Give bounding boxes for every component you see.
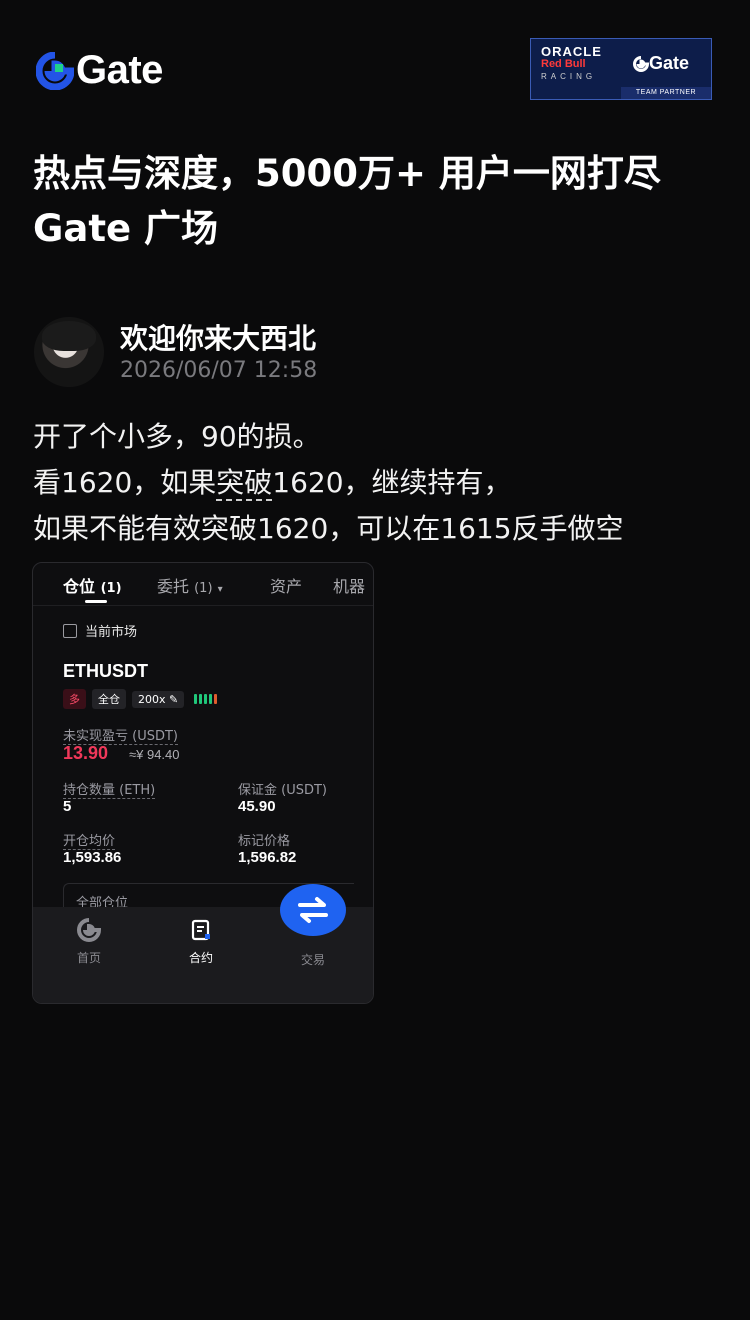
tab-orders[interactable]: 委托 (1) ▾ xyxy=(157,573,223,597)
redbull-text: Red Bull xyxy=(541,58,586,70)
partner-gate-text: Gate xyxy=(649,53,690,73)
oracle-text: ORACLE xyxy=(541,44,602,59)
avatar[interactable] xyxy=(34,317,104,387)
attached-screenshot[interactable]: 仓位 (1) 委托 (1) ▾ 资产 机器 当前市场 ETHUSDT 多 全仓 … xyxy=(32,562,374,1004)
post-line-1: 开了个小多，90的损。 xyxy=(33,420,321,453)
swap-arrows-icon xyxy=(298,897,328,923)
margin-label: 保证金 (USDT) xyxy=(238,783,327,798)
team-partner-label: TEAM PARTNER xyxy=(621,87,711,99)
cross-margin-tag: 全仓 xyxy=(92,689,126,709)
margin-value: 45.90 xyxy=(238,798,276,815)
checkbox-label: 当前市场 xyxy=(85,625,138,640)
partner-gate-logo: Gate xyxy=(633,53,689,74)
nav-home[interactable]: 首页 xyxy=(59,917,119,966)
adl-indicator-icon xyxy=(194,694,218,704)
tab-bots[interactable]: 机器 xyxy=(333,573,365,597)
nav-futures[interactable]: 合约 xyxy=(171,917,231,966)
leverage-tag[interactable]: 200x ✎ xyxy=(132,690,185,708)
entry-price-value: 1,593.86 xyxy=(63,849,122,866)
post-line-2: 看1620，如果突破1620，继续持有， xyxy=(33,466,512,501)
chevron-down-icon: ▾ xyxy=(217,584,223,595)
gate-home-icon xyxy=(77,918,102,942)
position-size-value: 5 xyxy=(63,798,72,815)
gate-logo-icon xyxy=(36,51,74,90)
checkbox-icon xyxy=(63,623,77,638)
futures-icon xyxy=(191,919,210,941)
unrealized-pnl-label: 未实现盈亏 (USDT) xyxy=(63,725,178,745)
app-header: Gate ORACLE Red Bull RACING Gate TEAM PA… xyxy=(0,0,750,130)
headline-line-2: Gate 广场 xyxy=(33,207,218,250)
nav-trade[interactable]: 交易 xyxy=(283,951,343,968)
unrealized-pnl-value: 13.90 xyxy=(63,743,109,763)
long-tag: 多 xyxy=(63,689,86,709)
unrealized-pnl-cny: ≈¥ 94.40 xyxy=(129,747,180,762)
position-tags: 多 全仓 200x ✎ xyxy=(63,689,218,709)
trade-fab-button[interactable] xyxy=(280,884,346,936)
gate-logo[interactable]: Gate xyxy=(36,48,163,93)
edit-icon: ✎ xyxy=(169,692,179,706)
post-line-3: 如果不能有效突破1620，可以在1615反手做空 xyxy=(33,512,624,545)
post-timestamp: 2026/06/07 12:58 xyxy=(120,358,318,383)
position-size-label: 持仓数量 (ETH) xyxy=(63,779,156,799)
author-name[interactable]: 欢迎你来大西北 xyxy=(120,317,316,357)
active-tab-indicator xyxy=(85,600,107,603)
contract-symbol[interactable]: ETHUSDT xyxy=(63,661,148,682)
headline-line-1: 热点与深度，5000万+ 用户一网打尽 xyxy=(33,152,661,195)
tab-positions[interactable]: 仓位 (1) xyxy=(63,573,122,597)
mark-price-label: 标记价格 xyxy=(238,834,291,849)
racing-text: RACING xyxy=(541,72,597,81)
page-headline: 热点与深度，5000万+ 用户一网打尽 Gate 广场 xyxy=(33,146,723,256)
entry-price-label: 开仓均价 xyxy=(63,830,116,850)
position-tabs: 仓位 (1) 委托 (1) ▾ 资产 机器 xyxy=(33,563,373,606)
current-market-checkbox[interactable]: 当前市场 xyxy=(63,621,137,640)
logo-text: Gate xyxy=(76,48,163,92)
tab-assets[interactable]: 资产 xyxy=(270,573,302,597)
post-body: 开了个小多，90的损。 看1620，如果突破1620，继续持有， 如果不能有效突… xyxy=(33,414,723,552)
team-partner-banner: ORACLE Red Bull RACING Gate TEAM PARTNER xyxy=(530,38,712,100)
highlighted-term[interactable]: 突破 xyxy=(216,466,273,501)
mark-price-value: 1,596.82 xyxy=(238,849,297,866)
gate-small-icon xyxy=(633,55,649,72)
